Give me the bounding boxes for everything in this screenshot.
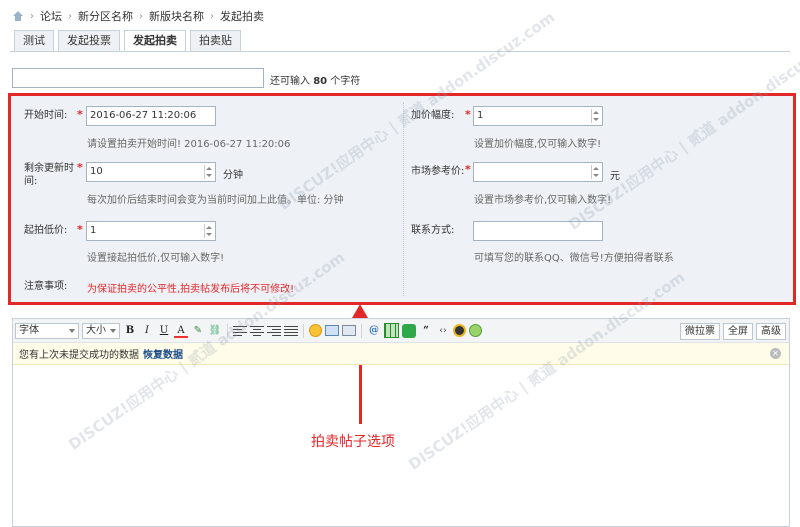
post-editor: 字体 大小 B I U A ✎ ⛓ @ “ ‹› 微拉票 全屏 高级 您有上次未… — [12, 318, 790, 527]
reference-price-input[interactable] — [473, 162, 603, 182]
contact-input[interactable] — [473, 221, 603, 241]
home-icon[interactable] — [12, 11, 24, 21]
align-left-icon[interactable] — [233, 325, 247, 337]
remaining-time-value: 10 — [90, 166, 103, 177]
tabs-divider — [10, 51, 790, 52]
required-mark: * — [77, 161, 83, 174]
spinner-icon[interactable] — [204, 224, 213, 238]
breadcrumb: › 论坛 › 新分区名称 › 新版块名称 › 发起拍卖 — [12, 8, 264, 24]
reference-price-hint: 设置市场参考价,仅可输入数字! — [474, 195, 612, 206]
subject-input[interactable] — [12, 68, 264, 88]
editor-toolbar: 字体 大小 B I U A ✎ ⛓ @ “ ‹› 微拉票 全屏 高级 — [13, 319, 789, 343]
column-divider — [403, 102, 404, 296]
start-price-label: 起拍低价: — [24, 225, 68, 236]
toolbar-separator — [361, 323, 362, 338]
code-icon[interactable]: ‹› — [436, 324, 450, 338]
emoticon-icon[interactable] — [309, 324, 322, 337]
increment-value: 1 — [477, 110, 484, 121]
breadcrumb-separator: › — [210, 10, 214, 22]
spinner-icon[interactable] — [591, 165, 600, 179]
remaining-time-label: 剩余更新时 间: — [24, 162, 74, 188]
tab-auction-post[interactable]: 拍卖贴 — [190, 30, 241, 52]
align-center-icon[interactable] — [250, 325, 264, 337]
vote-button[interactable]: 微拉票 — [680, 323, 720, 340]
fullscreen-button[interactable]: 全屏 — [723, 323, 753, 340]
start-time-input[interactable]: 2016-06-27 11:20:06 — [86, 106, 216, 126]
notice-text: 为保证拍卖的公平性,拍卖帖发布后将不可修改! — [87, 284, 295, 295]
remaining-time-label-line1: 剩余更新时 — [24, 163, 74, 174]
required-mark: * — [465, 108, 471, 121]
start-time-hint: 请设置拍卖开始时间! 2016-06-27 11:20:06 — [87, 139, 291, 150]
highlight-icon[interactable]: ✎ — [191, 324, 205, 338]
start-time-label: 开始时间: — [24, 110, 68, 121]
breadcrumb-separator: › — [30, 10, 34, 22]
auction-options-panel: 开始时间: * 2016-06-27 11:20:06 请设置拍卖开始时间! 2… — [8, 93, 796, 305]
italic-button[interactable]: I — [140, 324, 154, 338]
required-mark: * — [77, 108, 83, 121]
remaining-time-label-line2: 间: — [24, 176, 38, 187]
start-price-value: 1 — [90, 225, 97, 236]
tab-poll[interactable]: 发起投票 — [58, 30, 120, 52]
remaining-time-hint: 每次加价后结束时间会变为当前时间加上此值。单位: 分钟 — [87, 195, 344, 206]
attachment-icon[interactable] — [342, 325, 356, 336]
chat-icon[interactable] — [402, 323, 416, 338]
breadcrumb-forum[interactable]: 论坛 — [40, 8, 62, 24]
contact-hint: 可填写您的联系QQ、微信号!方便拍得者联系 — [474, 253, 674, 264]
toolbar-separator — [303, 323, 304, 338]
start-price-hint: 设置接起拍低价,仅可输入数字! — [87, 253, 225, 264]
link-icon[interactable]: ⛓ — [208, 324, 222, 338]
bold-button[interactable]: B — [123, 324, 137, 338]
subject-hint-suffix: 个字符 — [330, 76, 361, 87]
align-justify-icon[interactable] — [284, 325, 298, 337]
font-family-select[interactable]: 字体 — [15, 322, 79, 339]
toolbar-separator — [227, 323, 228, 338]
sticker-icon[interactable] — [469, 324, 482, 337]
subject-char-hint: 还可输入 80 个字符 — [270, 72, 360, 87]
breadcrumb-current: 发起拍卖 — [220, 10, 264, 23]
post-type-tabs: 测试 发起投票 发起拍卖 拍卖贴 — [14, 30, 241, 52]
spinner-icon[interactable] — [204, 165, 213, 179]
font-size-select[interactable]: 大小 — [82, 322, 120, 339]
tab-test[interactable]: 测试 — [14, 30, 54, 52]
breadcrumb-separator: › — [139, 10, 143, 22]
subject-hint-count: 80 — [313, 76, 328, 87]
required-mark: * — [77, 223, 83, 236]
text-color-button[interactable]: A — [174, 324, 188, 338]
breadcrumb-separator: › — [68, 10, 72, 22]
start-price-input[interactable]: 1 — [86, 221, 216, 241]
subject-hint-prefix: 还可输入 — [270, 76, 310, 87]
remaining-time-input[interactable]: 10 — [86, 162, 216, 182]
required-mark: * — [465, 163, 471, 176]
increment-input[interactable]: 1 — [473, 106, 603, 126]
image-icon[interactable] — [325, 325, 339, 336]
remaining-time-unit: 分钟 — [223, 170, 243, 181]
restore-link[interactable]: 恢复数据 — [143, 346, 183, 361]
tab-auction[interactable]: 发起拍卖 — [124, 30, 186, 52]
restore-bar: 您有上次未提交成功的数据 恢复数据 ✕ — [13, 343, 789, 365]
underline-button[interactable]: U — [157, 324, 171, 338]
spinner-icon[interactable] — [591, 109, 600, 123]
reference-price-unit: 元 — [610, 171, 620, 182]
reference-price-label: 市场参考价: — [411, 166, 465, 177]
toolbar-right-group: 微拉票 全屏 高级 — [680, 323, 786, 340]
close-icon[interactable]: ✕ — [770, 348, 781, 359]
breadcrumb-board[interactable]: 新版块名称 — [149, 8, 204, 24]
contact-label: 联系方式: — [411, 225, 455, 236]
advanced-button[interactable]: 高级 — [756, 323, 786, 340]
align-right-icon[interactable] — [267, 325, 281, 337]
annotation-label: 拍卖帖子选项 — [311, 434, 395, 450]
breadcrumb-category[interactable]: 新分区名称 — [78, 8, 133, 24]
table-icon[interactable] — [384, 323, 399, 338]
increment-hint: 设置加价幅度,仅可输入数字! — [474, 139, 602, 150]
increment-label: 加价幅度: — [411, 110, 455, 121]
qq-icon[interactable] — [453, 324, 466, 337]
quote-icon[interactable]: “ — [419, 324, 433, 338]
notice-label: 注意事项: — [24, 281, 68, 292]
restore-text: 您有上次未提交成功的数据 — [19, 350, 139, 361]
at-mention-icon[interactable]: @ — [367, 324, 381, 338]
